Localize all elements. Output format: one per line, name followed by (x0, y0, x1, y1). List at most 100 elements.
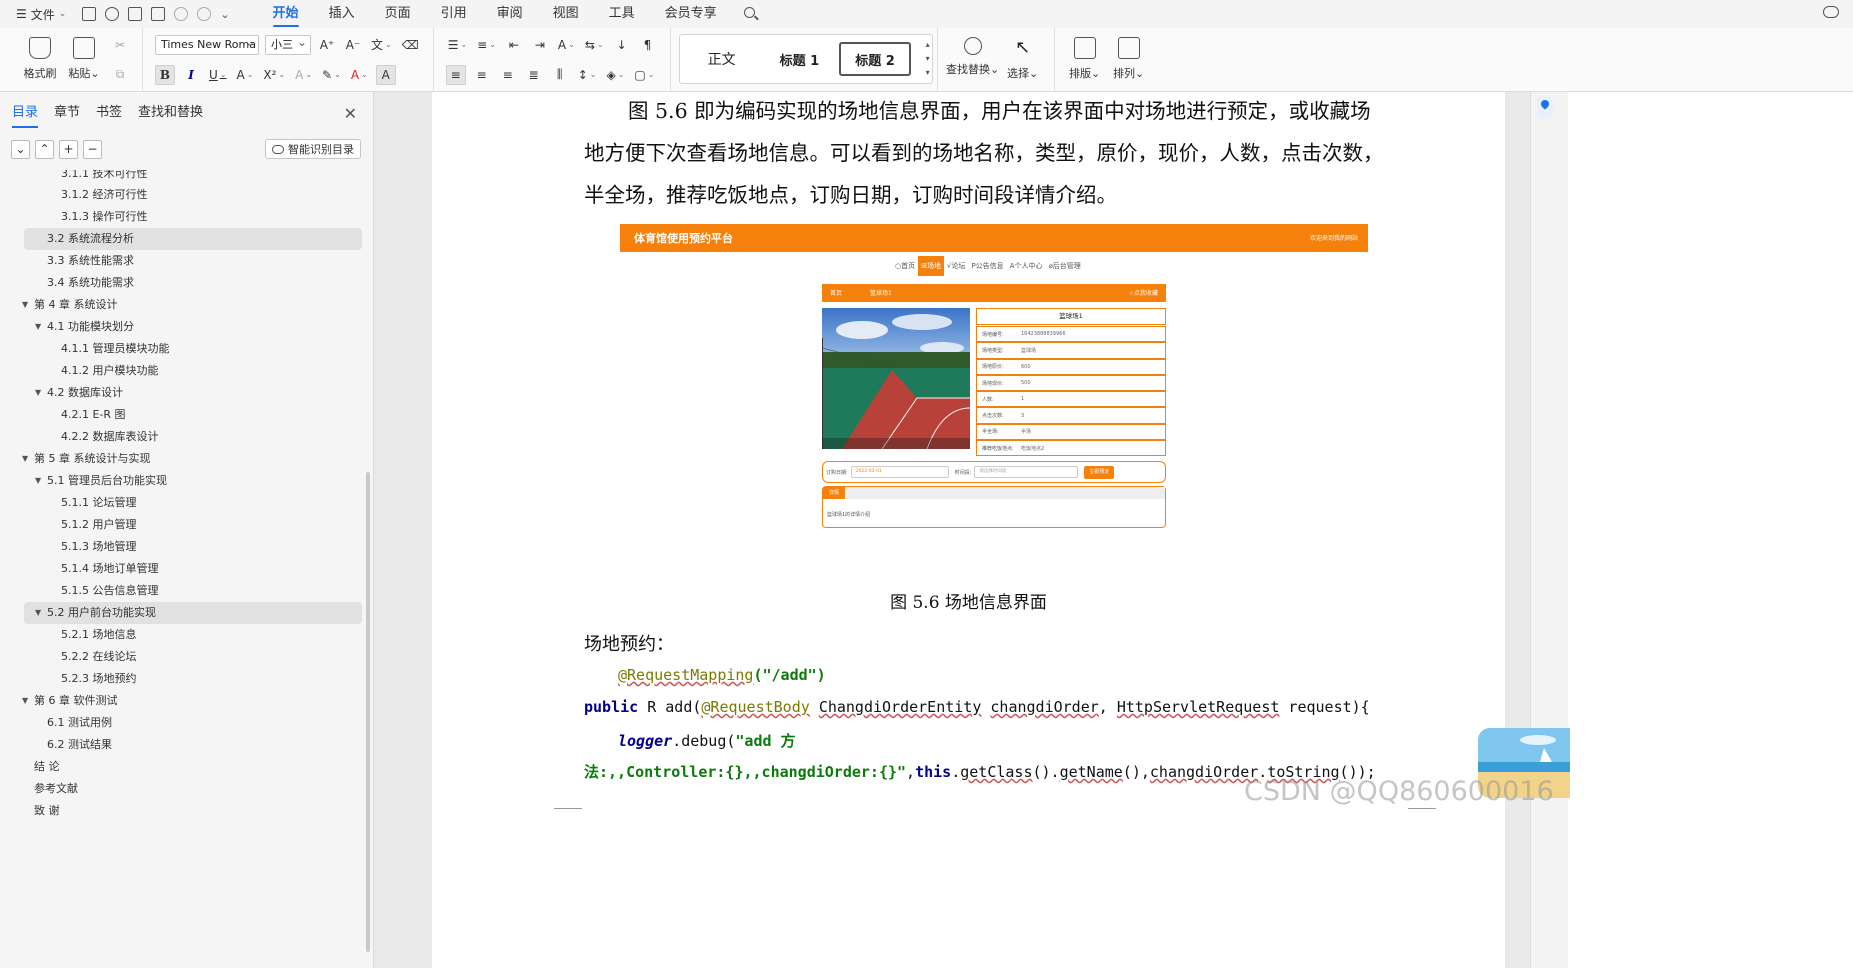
cut-icon[interactable]: ✂ (110, 35, 130, 55)
bullet-list-icon[interactable]: ☰ ⌄ (446, 35, 469, 55)
smart-toc-button[interactable]: 智能识别目录 (265, 139, 361, 159)
align-right-icon[interactable]: ≡ (498, 65, 518, 85)
line-spacing-icon[interactable]: ↕ ⌄ (576, 65, 599, 85)
expand-arrow-icon[interactable]: ▼ (22, 690, 28, 712)
toc-item[interactable]: ▼ 第 6 章 软件测试 (0, 690, 372, 712)
toc-item[interactable]: 3.3 系统性能需求 (0, 250, 372, 272)
toc-item[interactable]: ▼ 4.1 功能模块划分 (0, 316, 372, 338)
toc-item[interactable]: 致 谢 (0, 800, 372, 822)
print-preview-icon[interactable] (151, 7, 166, 21)
layout-button[interactable]: 排版⌄ (1063, 31, 1107, 89)
toc-item[interactable]: 6.1 测试用例 (0, 712, 372, 734)
toc-item[interactable]: 参考文献 (0, 778, 372, 800)
text-effect-button[interactable]: A ⌄ (293, 65, 314, 85)
font-name-select[interactable]: Times New Roma (155, 34, 259, 55)
expand-arrow-icon[interactable]: ▼ (22, 448, 28, 470)
char-shading-button[interactable]: A (375, 64, 396, 85)
bold-button[interactable]: B (155, 64, 175, 85)
toc-item[interactable]: ▼ 第 4 章 系统设计 (0, 294, 372, 316)
underline-button[interactable]: U ⌄ (207, 65, 229, 85)
superscript-button[interactable]: X² ⌄ (261, 65, 287, 85)
justify-icon[interactable]: ≣ (524, 65, 544, 85)
toc-item[interactable]: ▼ 4.2 数据库设计 (0, 382, 372, 404)
nav-tab-2[interactable]: 书签 (96, 92, 122, 134)
file-menu[interactable]: ☰ 文件 ⌄ (0, 0, 74, 28)
increase-indent-icon[interactable]: ⇥ (530, 35, 550, 55)
expand-arrow-icon[interactable]: ▼ (35, 470, 41, 492)
close-icon[interactable]: ✕ (344, 104, 357, 123)
decrease-indent-icon[interactable]: ⇤ (504, 35, 524, 55)
remove-heading-button[interactable]: − (83, 139, 102, 159)
copy-icon[interactable]: ⧉ (110, 65, 130, 85)
toc-item[interactable]: 5.1.3 场地管理 (0, 536, 372, 558)
highlight-button[interactable]: ✎ ⌄ (320, 65, 343, 85)
collapse-all-button[interactable]: ⌄ (11, 139, 30, 159)
toc-item[interactable]: 结 论 (0, 756, 372, 778)
toc-item[interactable]: 5.1.1 论坛管理 (0, 492, 372, 514)
tab-7[interactable]: 会员专享 (650, 0, 732, 28)
add-heading-button[interactable]: + (59, 139, 78, 159)
cloud-icon[interactable] (1823, 6, 1839, 18)
format-painter-button[interactable]: 格式刷 (18, 31, 62, 89)
toc-item[interactable]: 5.2.1 场地信息 (0, 624, 372, 646)
print-icon[interactable] (128, 7, 143, 21)
tab-1[interactable]: 插入 (314, 0, 370, 28)
expand-arrow-icon[interactable]: ▼ (35, 602, 41, 624)
expand-arrow-icon[interactable]: ▼ (35, 382, 41, 404)
clear-format-icon[interactable]: ⌫ (400, 35, 421, 55)
toc-item[interactable]: ▼ 5.1 管理员后台功能实现 (0, 470, 372, 492)
select-button[interactable]: ↖ 选择⌄ (1000, 31, 1046, 89)
toc-item[interactable]: 3.1.3 操作可行性 (0, 206, 372, 228)
nav-tab-0[interactable]: 目录 (12, 92, 39, 134)
link-icon[interactable] (105, 7, 120, 21)
tab-5[interactable]: 视图 (538, 0, 594, 28)
toc-item[interactable]: ▼ 5.2 用户前台功能实现 (24, 602, 362, 624)
font-size-select[interactable]: 小三 (265, 34, 311, 55)
document-page[interactable]: 图 5.6 即为编码实现的场地信息界面，用户在该界面中对场地进行预定，或收藏场 … (432, 92, 1505, 968)
tab-4[interactable]: 审阅 (482, 0, 538, 28)
search-icon[interactable] (742, 5, 760, 23)
border-icon[interactable]: ▢ ⌄ (632, 65, 656, 85)
arrange-button[interactable]: 排列⌄ (1107, 31, 1151, 89)
style-heading-2[interactable]: 标题 2 (839, 42, 911, 76)
tab-3[interactable]: 引用 (426, 0, 482, 28)
toc-item[interactable]: 5.1.4 场地订单管理 (0, 558, 372, 580)
tab-6[interactable]: 工具 (594, 0, 650, 28)
font-color-button[interactable]: A ⌄ (349, 65, 370, 85)
shading-icon[interactable]: ◈ ⌄ (604, 65, 626, 85)
styles-scroll[interactable]: ▴ ▾ ▾ (926, 38, 930, 80)
redo-icon[interactable] (197, 7, 212, 21)
grow-font-icon[interactable]: A⁺ (317, 35, 337, 55)
toc-item[interactable]: 4.1.1 管理员模块功能 (0, 338, 372, 360)
text-direction-icon[interactable]: ⇆ ⌄ (583, 35, 606, 55)
show-marks-icon[interactable]: ¶ (638, 35, 658, 55)
phonetic-icon[interactable]: 文 ⌄ (369, 35, 394, 55)
paste-button[interactable]: 粘贴⌄ (62, 31, 106, 89)
distributed-icon[interactable]: ⫼ (550, 65, 570, 85)
strikethrough-button[interactable]: A ⌄ (235, 65, 256, 85)
style-heading-1[interactable]: 标题 1 (766, 41, 834, 77)
tab-2[interactable]: 页面 (370, 0, 426, 28)
toc-item[interactable]: 3.4 系统功能需求 (0, 272, 372, 294)
shrink-font-icon[interactable]: A⁻ (343, 35, 363, 55)
expand-arrow-icon[interactable]: ▼ (22, 294, 28, 316)
toc-item[interactable]: 6.2 测试结果 (0, 734, 372, 756)
expand-up-button[interactable]: ⌃ (35, 139, 54, 159)
toc-item[interactable]: 5.2.3 场地预约 (0, 668, 372, 690)
location-icon[interactable] (1537, 97, 1553, 117)
toc-item[interactable]: 4.2.2 数据库表设计 (0, 426, 372, 448)
style-normal[interactable]: 正文 (680, 41, 766, 77)
more-chevron-icon[interactable]: ⌄ (220, 8, 229, 21)
nav-tab-1[interactable]: 章节 (54, 92, 80, 134)
toc-scrollbar[interactable] (366, 472, 370, 952)
toc-item[interactable]: 4.1.2 用户模块功能 (0, 360, 372, 382)
sort-icon[interactable]: ↓ (612, 35, 632, 55)
align-left-icon[interactable]: ≡ (445, 64, 466, 85)
find-replace-button[interactable]: 查找替换⌄ (946, 31, 1000, 89)
toc-item[interactable]: 4.2.1 E-R 图 (0, 404, 372, 426)
undo-icon[interactable] (174, 7, 189, 21)
save-icon[interactable] (82, 7, 97, 21)
toc-item[interactable]: 5.1.5 公告信息管理 (0, 580, 372, 602)
toc-item[interactable]: 3.1.2 经济可行性 (0, 184, 372, 206)
nav-tab-3[interactable]: 查找和替换 (138, 92, 203, 134)
